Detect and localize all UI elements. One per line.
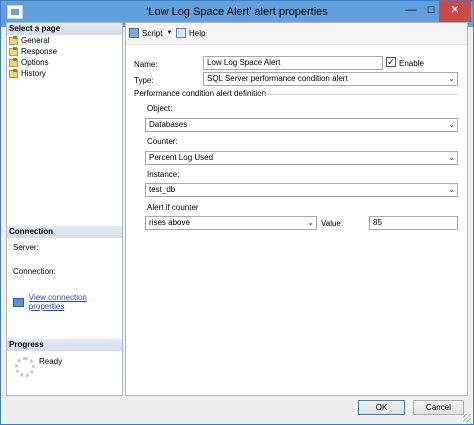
server-label: Server:	[13, 243, 39, 252]
alert-if-label: Alert if counter	[147, 203, 199, 212]
group-title: Performance condition alert definition	[134, 89, 267, 98]
connection-header: Connection	[7, 226, 122, 238]
object-value: Databases	[149, 120, 188, 129]
progress-spinner-icon	[15, 357, 35, 377]
counter-value: Percent Log Used	[149, 153, 214, 162]
chevron-down-icon: ⌄	[448, 74, 455, 83]
toolbar: Script ▼ Help	[126, 23, 467, 45]
page-icon	[9, 58, 18, 67]
page-icon	[9, 69, 18, 78]
link-label: View connection properties	[28, 293, 87, 311]
page-icon	[9, 36, 18, 45]
connection-properties-icon	[13, 297, 24, 307]
maximize-button[interactable]: ☐	[422, 1, 440, 22]
minimize-button[interactable]: —	[402, 1, 420, 22]
name-field[interactable]: Low Log Space Alert	[203, 56, 383, 70]
resize-grip-icon[interactable]	[463, 414, 471, 422]
type-label: Type:	[134, 76, 154, 85]
alert-if-select[interactable]: rises above ⌄	[145, 216, 317, 230]
chevron-down-icon: ⌄	[307, 218, 314, 227]
object-select[interactable]: Databases ⌄	[145, 118, 458, 132]
help-button[interactable]: Help	[176, 28, 205, 38]
help-label: Help	[189, 28, 206, 38]
chevron-down-icon: ⌄	[448, 185, 455, 194]
page-icon	[9, 47, 18, 56]
value-label: Value:	[321, 219, 344, 228]
right-pane: Script ▼ Help Name: Low Log Space Alert …	[125, 22, 468, 396]
chevron-down-icon: ⌄	[448, 153, 455, 162]
page-label: Response	[21, 46, 58, 56]
page-item-response[interactable]: Response	[9, 46, 57, 56]
ok-button[interactable]: OK	[358, 400, 405, 415]
alert-if-value: rises above	[149, 218, 190, 227]
page-label: History	[21, 68, 46, 78]
view-connection-properties-link[interactable]: View connection properties	[13, 293, 122, 311]
page-label: Options	[21, 57, 49, 67]
enable-label: Enable	[399, 59, 424, 68]
counter-label: Counter:	[147, 137, 178, 146]
progress-status: Ready	[39, 357, 63, 366]
script-button[interactable]: Script ▼	[129, 28, 172, 38]
dialog-window: 'Low Log Space Alert' alert properties —…	[0, 0, 474, 425]
instance-label: Instance:	[147, 170, 180, 179]
progress-header: Progress	[7, 339, 122, 351]
page-item-general[interactable]: General	[9, 35, 49, 45]
value-field[interactable]: 85	[369, 216, 458, 230]
page-item-options[interactable]: Options	[9, 57, 49, 67]
type-value: SQL Server performance condition alert	[207, 74, 348, 83]
close-button[interactable]: ✕	[439, 1, 471, 22]
page-label: General	[21, 35, 50, 45]
script-icon	[129, 28, 139, 38]
chevron-down-icon[interactable]: ▼	[166, 30, 172, 36]
type-select[interactable]: SQL Server performance condition alert ⌄	[203, 72, 458, 86]
cancel-button[interactable]: Cancel	[413, 400, 464, 415]
help-icon	[176, 28, 186, 38]
script-label: Script	[142, 28, 163, 38]
counter-select[interactable]: Percent Log Used ⌄	[145, 151, 458, 165]
left-pane: Select a page General Response Options H…	[6, 22, 123, 396]
object-label: Object:	[147, 104, 173, 113]
name-label: Name:	[134, 60, 158, 69]
instance-select[interactable]: test_db ⌄	[145, 183, 458, 197]
page-item-history[interactable]: History	[9, 68, 46, 78]
enable-checkbox[interactable]: ✓	[386, 57, 396, 67]
select-page-header: Select a page	[7, 23, 122, 35]
instance-value: test_db	[149, 185, 176, 194]
connection-label: Connection:	[13, 267, 56, 276]
group-divider	[259, 94, 459, 95]
chevron-down-icon: ⌄	[448, 120, 455, 129]
